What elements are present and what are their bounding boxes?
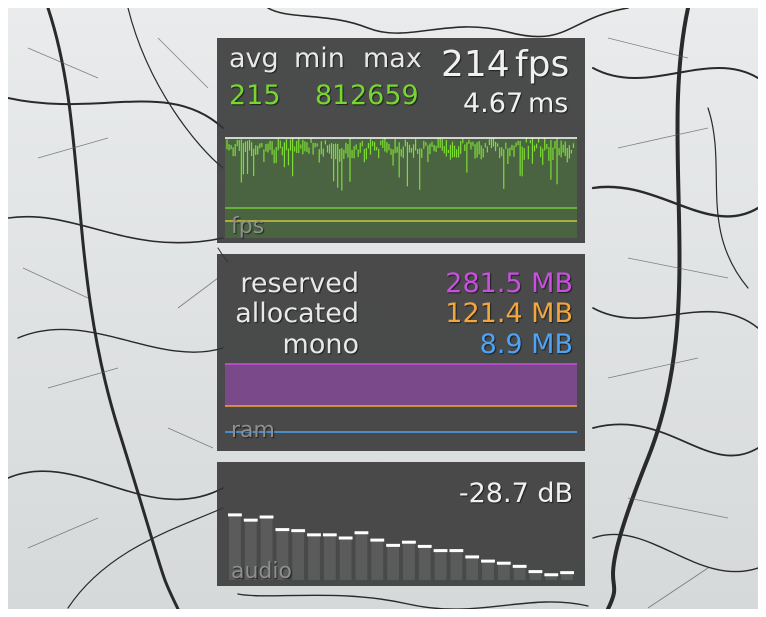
fps-monitor-panel: avg min max 215 81 2659 214 fps 4.67 ms … xyxy=(217,38,585,243)
audio-spectrum-bar xyxy=(339,538,352,580)
audio-spectrum-bar xyxy=(308,534,320,580)
fps-graph-label: fps xyxy=(231,214,265,239)
ram-graph-label: ram xyxy=(231,418,275,443)
audio-spectrum-bar xyxy=(466,556,479,580)
ram-monitor-panel: reserved allocated mono 281.5 MB 121.4 M… xyxy=(217,254,585,451)
audio-spectrum-bar xyxy=(292,530,305,580)
audio-spectrum-bar xyxy=(482,561,494,580)
audio-spectrum-bar xyxy=(450,550,463,580)
audio-spectrum-bar xyxy=(403,542,415,580)
audio-spectrum-bar xyxy=(371,540,384,580)
audio-spectrum-bar xyxy=(497,563,510,580)
fps-graph xyxy=(225,137,577,238)
audio-spectrum-bar xyxy=(418,546,431,580)
audio-spectrum-bar xyxy=(434,550,447,580)
reserved-fill xyxy=(225,364,577,406)
audio-graph-label: audio xyxy=(231,559,292,584)
audio-spectrum-bar xyxy=(513,566,526,580)
audio-spectrum-bar xyxy=(387,545,399,580)
audio-monitor-panel: -28.7 dB audio xyxy=(217,462,585,586)
audio-spectrum-bar xyxy=(355,532,368,580)
audio-spectrum-bar xyxy=(323,534,336,580)
